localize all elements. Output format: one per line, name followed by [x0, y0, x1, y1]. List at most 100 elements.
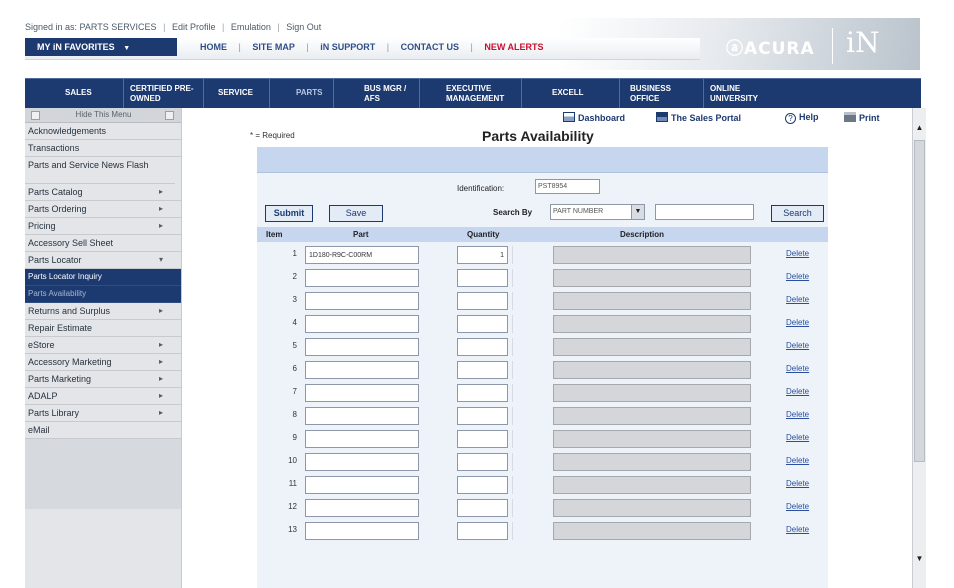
- sidebar-item-parts-library[interactable]: Parts Library ▸: [25, 405, 181, 422]
- sidebar-item-accessory-marketing[interactable]: Accessory Marketing ▸: [25, 354, 181, 371]
- sidebar-item-email[interactable]: eMail: [25, 422, 181, 439]
- sidebar-item-transactions[interactable]: Transactions: [25, 140, 181, 157]
- dashboard-link[interactable]: Dashboard: [563, 112, 625, 123]
- vertical-scrollbar[interactable]: ▲ ▼: [912, 108, 926, 588]
- nav-executive-management[interactable]: EXECUTIVE MANAGEMENT: [419, 79, 521, 108]
- delete-link[interactable]: Delete: [786, 341, 809, 350]
- part-input[interactable]: [305, 407, 419, 425]
- sidebar-item-news-flash[interactable]: Parts and Service News Flash: [25, 157, 175, 184]
- nav-service[interactable]: SERVICE: [203, 79, 269, 108]
- nav-business-office[interactable]: BUSINESS OFFICE: [619, 79, 703, 108]
- new-alerts-link[interactable]: NEW ALERTS: [484, 42, 543, 52]
- delete-link[interactable]: Delete: [786, 387, 809, 396]
- quantity-input[interactable]: [457, 292, 508, 310]
- site-map-link[interactable]: SITE MAP: [252, 42, 295, 52]
- part-input[interactable]: [305, 430, 419, 448]
- scroll-thumb[interactable]: [914, 140, 925, 462]
- delete-link[interactable]: Delete: [786, 525, 809, 534]
- in-logo: iN: [846, 26, 880, 59]
- favorites-dropdown[interactable]: MY iN FAVORITES ▼: [25, 38, 177, 56]
- delete-link[interactable]: Delete: [786, 295, 809, 304]
- delete-link[interactable]: Delete: [786, 410, 809, 419]
- help-link[interactable]: ? Help: [785, 112, 819, 124]
- search-input[interactable]: [655, 204, 754, 220]
- emulation-link[interactable]: Emulation: [231, 22, 271, 32]
- quantity-input[interactable]: [457, 453, 508, 471]
- part-input[interactable]: [305, 522, 419, 540]
- sidebar-item-parts-marketing[interactable]: Parts Marketing ▸: [25, 371, 181, 388]
- part-input[interactable]: [305, 338, 419, 356]
- quantity-input[interactable]: [457, 361, 508, 379]
- identification-input[interactable]: [535, 179, 600, 194]
- separator: |: [306, 42, 309, 52]
- quantity-input[interactable]: [457, 338, 508, 356]
- sidebar-item-pricing[interactable]: Pricing ▸: [25, 218, 181, 235]
- part-input[interactable]: [305, 384, 419, 402]
- delete-link[interactable]: Delete: [786, 433, 809, 442]
- quantity-input[interactable]: [457, 430, 508, 448]
- contact-us-link[interactable]: CONTACT US: [401, 42, 459, 52]
- delete-link[interactable]: Delete: [786, 249, 809, 258]
- sidebar-item-returns-and-surplus[interactable]: Returns and Surplus ▸: [25, 303, 181, 320]
- delete-link[interactable]: Delete: [786, 272, 809, 281]
- sidebar-item-parts-locator[interactable]: Parts Locator ▾: [25, 252, 181, 269]
- quantity-input[interactable]: [457, 246, 508, 264]
- part-input[interactable]: [305, 499, 419, 517]
- nav-online-university[interactable]: ONLINE UNIVERSITY: [703, 79, 921, 108]
- save-button[interactable]: Save: [329, 205, 383, 222]
- part-input[interactable]: [305, 453, 419, 471]
- description-field: [553, 499, 751, 517]
- search-button[interactable]: Search: [771, 205, 824, 222]
- part-input[interactable]: [305, 246, 419, 264]
- sidebar-item-acknowledgements[interactable]: Acknowledgements: [25, 123, 181, 140]
- sidebar-item-parts-ordering[interactable]: Parts Ordering ▸: [25, 201, 181, 218]
- print-link[interactable]: Print: [844, 112, 880, 123]
- sidebar-item-estore[interactable]: eStore ▸: [25, 337, 181, 354]
- scroll-down-icon[interactable]: ▼: [913, 553, 926, 565]
- sidebar-toggle[interactable]: Hide This Menu: [25, 108, 181, 123]
- home-link[interactable]: HOME: [200, 42, 227, 52]
- edit-profile-link[interactable]: Edit Profile: [172, 22, 216, 32]
- table-row: 2 Delete: [257, 268, 828, 291]
- delete-link[interactable]: Delete: [786, 479, 809, 488]
- nav-sales[interactable]: SALES: [25, 79, 123, 108]
- item-number: 8: [292, 410, 297, 419]
- sidebar-subitem-parts-locator-inquiry[interactable]: Parts Locator Inquiry: [25, 269, 181, 286]
- sign-out-link[interactable]: Sign Out: [286, 22, 321, 32]
- sidebar-filler: [25, 439, 181, 509]
- sales-portal-link[interactable]: The Sales Portal: [656, 112, 741, 123]
- part-input[interactable]: [305, 269, 419, 287]
- scroll-up-icon[interactable]: ▲: [913, 122, 926, 134]
- quantity-input[interactable]: [457, 476, 508, 494]
- delete-link[interactable]: Delete: [786, 318, 809, 327]
- nav-parts[interactable]: PARTS: [269, 79, 333, 108]
- part-input[interactable]: [305, 361, 419, 379]
- delete-link[interactable]: Delete: [786, 456, 809, 465]
- quantity-input[interactable]: [457, 315, 508, 333]
- part-input[interactable]: [305, 476, 419, 494]
- quantity-input[interactable]: [457, 384, 508, 402]
- sidebar-item-parts-catalog[interactable]: Parts Catalog ▸: [25, 184, 181, 201]
- delete-link[interactable]: Delete: [786, 364, 809, 373]
- quantity-spacer: [512, 407, 520, 425]
- submit-button[interactable]: Submit: [265, 205, 313, 222]
- nav-excell[interactable]: EXCELL: [521, 79, 619, 108]
- nav-bus-mgr-afs[interactable]: BUS MGR / AFS: [333, 79, 419, 108]
- sidebar-item-adalp[interactable]: ADALP ▸: [25, 388, 181, 405]
- delete-link[interactable]: Delete: [786, 502, 809, 511]
- part-input[interactable]: [305, 292, 419, 310]
- header-links: HOME | SITE MAP | iN SUPPORT | CONTACT U…: [200, 42, 553, 52]
- nav-certified-pre-owned[interactable]: CERTIFIED PRE-OWNED: [123, 79, 203, 108]
- in-support-link[interactable]: iN SUPPORT: [320, 42, 375, 52]
- quantity-input[interactable]: [457, 522, 508, 540]
- separator: |: [222, 22, 225, 32]
- sidebar-item-repair-estimate[interactable]: Repair Estimate: [25, 320, 181, 337]
- quantity-input[interactable]: [457, 407, 508, 425]
- quantity-input[interactable]: [457, 269, 508, 287]
- sidebar-subitem-parts-availability[interactable]: Parts Availability: [25, 286, 181, 303]
- sidebar-item-label: Transactions: [28, 143, 80, 153]
- sidebar-item-accessory-sell-sheet[interactable]: Accessory Sell Sheet: [25, 235, 181, 252]
- quantity-input[interactable]: [457, 499, 508, 517]
- part-input[interactable]: [305, 315, 419, 333]
- search-by-select[interactable]: PART NUMBER ▼: [550, 204, 645, 220]
